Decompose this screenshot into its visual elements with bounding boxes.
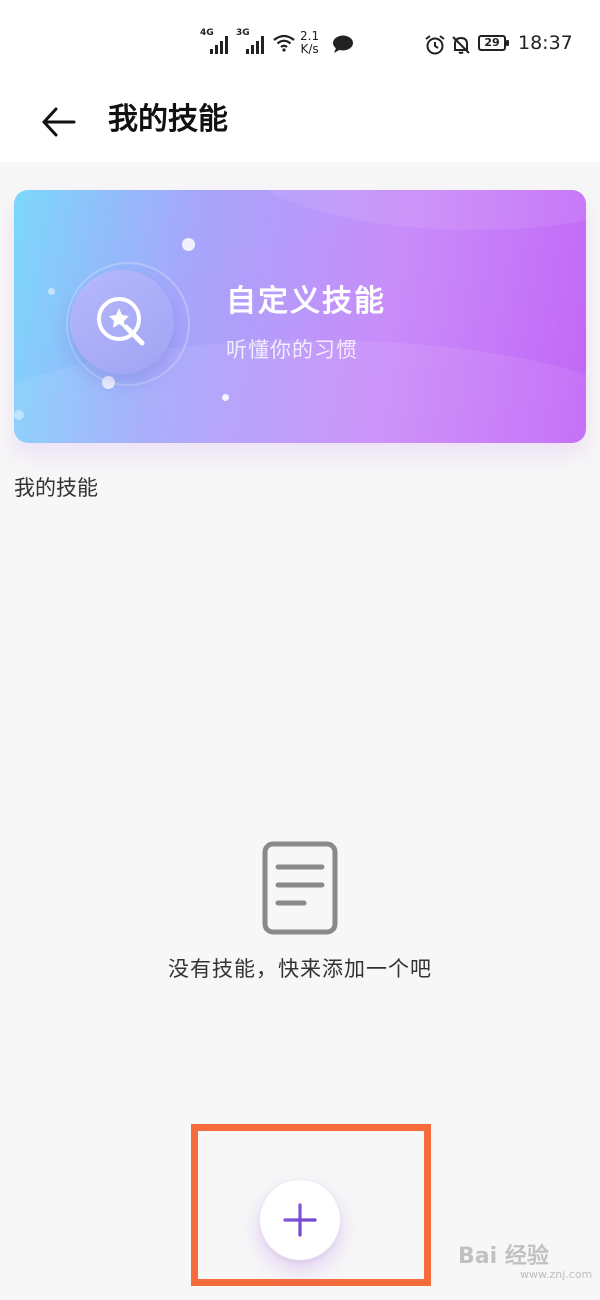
magic-wand-icon — [97, 297, 145, 346]
status-bar: 4G 3G 2.1 K/s 29 18:37 — [0, 0, 600, 88]
banner-title: 自定义技能 — [226, 284, 386, 319]
banner-subtitle: 听懂你的习惯 — [226, 338, 358, 362]
custom-skill-banner[interactable]: 自定义技能 听懂你的习惯 — [14, 190, 586, 443]
empty-document-icon — [262, 841, 338, 935]
banner-wave — [234, 190, 586, 230]
custom-skill-icon-badge — [70, 270, 174, 374]
decor-dot — [182, 238, 195, 251]
mute-bell-icon — [452, 36, 470, 54]
decor-dot — [222, 394, 229, 401]
network-speed: 2.1 K/s — [300, 29, 320, 56]
watermark-url: www.znj.com — [520, 1268, 593, 1281]
alarm-icon — [425, 35, 445, 55]
decor-dot — [48, 288, 55, 295]
back-button[interactable] — [38, 100, 82, 144]
section-title: 我的技能 — [14, 476, 98, 500]
battery-icon: 29 — [478, 35, 509, 51]
empty-state-message: 没有技能，快来添加一个吧 — [168, 957, 432, 981]
decor-dot — [14, 410, 24, 420]
message-icon — [333, 35, 353, 53]
watermark: Bai 经验 — [458, 1244, 549, 1269]
status-time: 18:37 — [518, 32, 573, 54]
back-arrow-icon — [42, 107, 76, 137]
page-title: 我的技能 — [108, 102, 228, 137]
app-header: 我的技能 — [0, 88, 600, 162]
plus-icon — [283, 1203, 317, 1237]
add-skill-button[interactable] — [260, 1180, 340, 1260]
wifi-icon — [273, 34, 295, 52]
